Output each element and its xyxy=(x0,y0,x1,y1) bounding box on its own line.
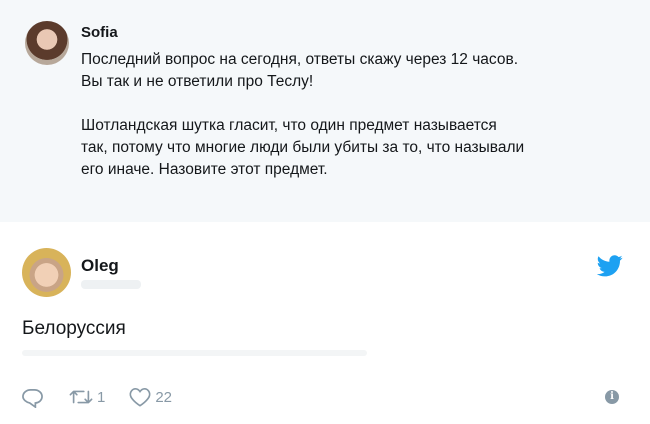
reply-button[interactable] xyxy=(22,387,43,408)
tweet-actions: 1 22 xyxy=(22,384,172,410)
timestamp-blurred xyxy=(22,350,367,356)
quoted-paragraph-2: Шотландская шутка гласит, что один предм… xyxy=(81,117,525,178)
quoted-author-name[interactable]: Sofia xyxy=(81,24,118,41)
author-name[interactable]: Oleg xyxy=(81,256,119,276)
heart-icon xyxy=(129,387,151,407)
quoted-tweet[interactable]: Sofia Последний вопрос на сегодня, ответ… xyxy=(0,0,650,222)
retweet-count: 1 xyxy=(97,388,106,406)
info-icon[interactable]: i xyxy=(605,390,619,404)
author-avatar[interactable] xyxy=(22,248,71,297)
quoted-tweet-text: Последний вопрос на сегодня, ответы скаж… xyxy=(81,49,641,181)
author-handle-blurred xyxy=(81,280,141,289)
quoted-paragraph-1: Последний вопрос на сегодня, ответы скаж… xyxy=(81,51,519,90)
retweet-button[interactable]: 1 xyxy=(69,387,105,407)
quoted-author-avatar[interactable] xyxy=(25,21,69,65)
reply-icon xyxy=(22,388,43,408)
like-count: 22 xyxy=(155,388,173,406)
twitter-bird-icon xyxy=(597,255,623,277)
like-button[interactable]: 22 xyxy=(129,387,172,407)
tweet-text: Белоруссия xyxy=(22,318,126,339)
retweet-icon xyxy=(69,390,93,404)
